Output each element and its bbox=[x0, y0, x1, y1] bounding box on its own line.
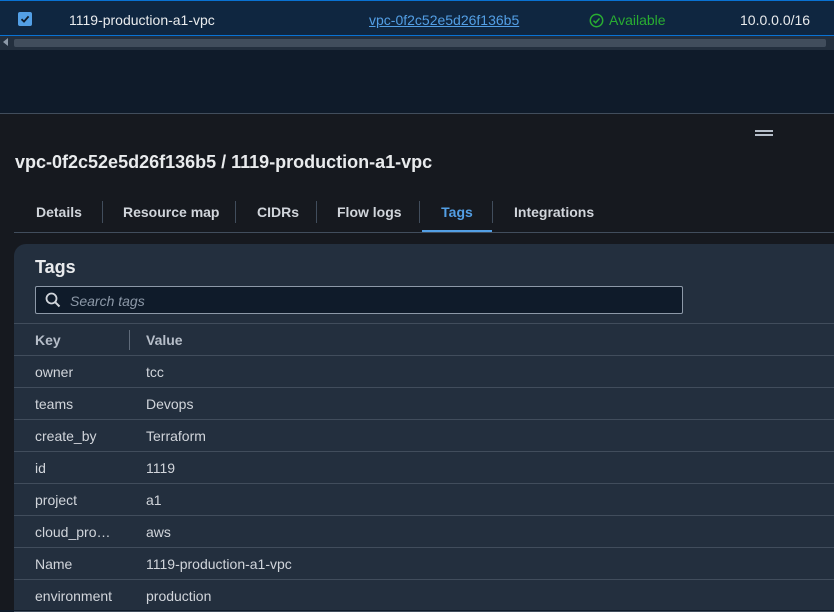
tag-key-cell: Name bbox=[14, 547, 130, 580]
tab-divider bbox=[235, 201, 236, 223]
status-badge: Available bbox=[589, 12, 666, 28]
table-row: teams Devops bbox=[14, 387, 834, 420]
tab-list: Details Resource map CIDRs Flow logs Tag… bbox=[14, 194, 834, 233]
tag-value-cell: 1119-production-a1-vpc bbox=[130, 547, 834, 580]
column-header-value[interactable]: Value bbox=[130, 323, 834, 356]
column-resizer[interactable] bbox=[129, 330, 130, 350]
row-checkbox[interactable] bbox=[18, 12, 32, 26]
tag-key-cell: owner bbox=[14, 355, 130, 388]
tags-table: Key Value owner tcc teams Devops create_… bbox=[14, 323, 834, 612]
tag-key-cell: teams bbox=[14, 387, 130, 420]
table-row: project a1 bbox=[14, 483, 834, 516]
tab-integrations[interactable]: Integrations bbox=[514, 194, 594, 230]
search-input[interactable] bbox=[68, 287, 672, 315]
column-header-key[interactable]: Key bbox=[14, 323, 130, 356]
status-text: Available bbox=[609, 12, 666, 28]
tag-key-cell: environment bbox=[14, 579, 130, 612]
caret-left-icon[interactable] bbox=[3, 38, 8, 46]
tag-value-cell: production bbox=[130, 579, 834, 612]
tab-details[interactable]: Details bbox=[36, 194, 82, 230]
vpc-id-link[interactable]: vpc-0f2c52e5d26f136b5 bbox=[369, 12, 519, 28]
tag-key-cell: project bbox=[14, 483, 130, 516]
tags-container: Tags Key Value owner bbox=[14, 244, 834, 612]
tag-value-cell: 1119 bbox=[130, 451, 834, 484]
search-field[interactable] bbox=[35, 286, 683, 315]
tag-value-cell: tcc bbox=[130, 355, 834, 388]
tab-tags[interactable]: Tags bbox=[422, 194, 492, 232]
cidr-cell: 10.0.0.0/16 bbox=[740, 12, 811, 28]
tag-value-cell: Terraform bbox=[130, 419, 834, 452]
tag-value-cell: a1 bbox=[130, 483, 834, 516]
check-circle-icon bbox=[589, 13, 604, 27]
tag-key-cell: create_by bbox=[14, 419, 130, 452]
table-header-row: Key Value bbox=[14, 323, 834, 356]
tag-value-cell: aws bbox=[130, 515, 834, 548]
table-row: environment production bbox=[14, 579, 834, 612]
table-row: create_by Terraform bbox=[14, 419, 834, 452]
tab-divider bbox=[316, 201, 317, 223]
vpc-table-row-selected[interactable]: 1119-production-a1-vpc vpc-0f2c52e5d26f1… bbox=[0, 0, 834, 36]
tab-divider bbox=[419, 201, 420, 223]
drag-handle-icon[interactable] bbox=[755, 130, 773, 136]
tab-resource-map[interactable]: Resource map bbox=[123, 194, 219, 230]
table-row: id 1119 bbox=[14, 451, 834, 484]
page-title: vpc-0f2c52e5d26f136b5 / 1119-production-… bbox=[15, 152, 433, 172]
tab-flow-logs[interactable]: Flow logs bbox=[337, 194, 402, 230]
tag-key-cell: id bbox=[14, 451, 130, 484]
tag-value-cell: Devops bbox=[130, 387, 834, 420]
tag-key-truncated: cloud_provider bbox=[35, 524, 117, 541]
search-icon bbox=[45, 292, 61, 308]
checkbox-checked-icon bbox=[20, 15, 30, 23]
table-row: cloud_provider aws bbox=[14, 515, 834, 548]
horizontal-scrollbar[interactable] bbox=[0, 36, 834, 50]
tab-divider bbox=[102, 201, 103, 223]
vpc-name-cell: 1119-production-a1-vpc bbox=[69, 12, 215, 28]
scrollbar-thumb[interactable] bbox=[14, 39, 826, 47]
table-empty-area bbox=[0, 50, 834, 113]
tab-divider bbox=[492, 201, 493, 223]
column-header-key-label: Key bbox=[35, 331, 61, 348]
split-panel: vpc-0f2c52e5d26f136b5 / 1119-production-… bbox=[0, 113, 834, 612]
table-row: Name 1119-production-a1-vpc bbox=[14, 547, 834, 580]
table-row: owner tcc bbox=[14, 355, 834, 388]
tab-cidrs[interactable]: CIDRs bbox=[257, 194, 299, 230]
tag-key-cell: cloud_provider bbox=[14, 515, 130, 548]
tags-heading: Tags bbox=[35, 257, 76, 277]
